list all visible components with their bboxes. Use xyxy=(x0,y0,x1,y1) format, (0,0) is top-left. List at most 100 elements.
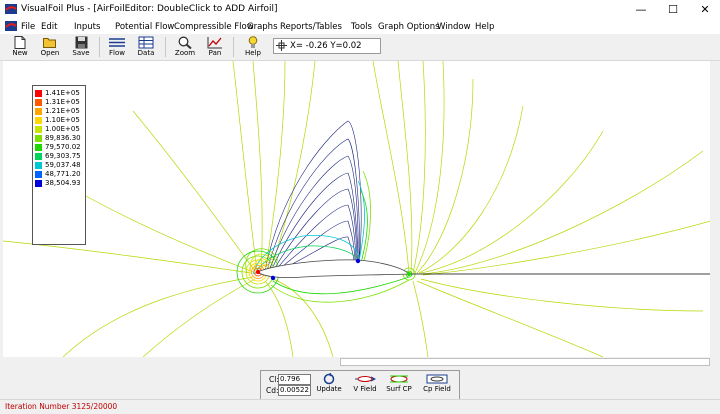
menu-help[interactable]: Help xyxy=(475,22,494,32)
open-button[interactable]: Open xyxy=(36,36,64,58)
legend-swatch xyxy=(35,126,42,133)
new-button[interactable]: New xyxy=(6,36,34,58)
legend-value: 1.41E+05 xyxy=(45,89,80,97)
legend-entry: 69,303.75 xyxy=(35,152,85,161)
pan-button[interactable]: Pan xyxy=(201,36,229,58)
legend-entry: 1.31E+05 xyxy=(35,98,85,107)
legend-entry: 48,771.20 xyxy=(35,170,85,179)
legend-value: 59,037.48 xyxy=(45,161,81,169)
open-folder-icon xyxy=(43,38,56,48)
surface-cp-icon xyxy=(390,375,408,383)
surf-cp-button[interactable]: Surf CP xyxy=(382,373,416,397)
contour-legend: 1.41E+05 1.31E+05 1.21E+05 1.10E+05 1.00… xyxy=(32,85,86,245)
menu-edit[interactable]: Edit xyxy=(41,22,57,32)
legend-swatch xyxy=(35,180,42,187)
flow-label: Flow xyxy=(109,49,125,57)
menu-graphs[interactable]: Graphs xyxy=(247,22,278,32)
zoom-button[interactable]: Zoom xyxy=(171,36,199,58)
menu-graph-options[interactable]: Graph Options xyxy=(378,22,440,32)
update-button[interactable]: Update xyxy=(312,373,346,397)
flow-button[interactable]: Flow xyxy=(103,36,131,58)
save-disk-icon xyxy=(75,36,87,49)
data-button[interactable]: Data xyxy=(132,36,160,58)
cp-field-button[interactable]: Cp Field xyxy=(420,373,454,397)
help-button[interactable]: Help xyxy=(239,36,267,58)
toolbar-separator xyxy=(233,37,234,57)
cl-value-field: 0.796 xyxy=(278,374,311,385)
legend-entry: 1.00E+05 xyxy=(35,125,85,134)
legend-swatch xyxy=(35,99,42,106)
toolbar-separator xyxy=(165,37,166,57)
legend-entry: 89,836.30 xyxy=(35,134,85,143)
open-label: Open xyxy=(40,49,60,57)
legend-entry: 59,037.48 xyxy=(35,161,85,170)
flow-lines-icon xyxy=(109,38,125,47)
window-title: VisualFoil Plus - [AirFoilEditor: Double… xyxy=(21,4,278,14)
menu-inputs[interactable]: Inputs xyxy=(74,22,100,32)
menu-potential-flow[interactable]: Potential Flow xyxy=(115,22,174,32)
menu-reports-tables[interactable]: Reports/Tables xyxy=(280,22,342,32)
v-field-label: V Field xyxy=(353,385,377,393)
save-button[interactable]: Save xyxy=(67,36,95,58)
legend-value: 1.21E+05 xyxy=(45,107,80,115)
save-label: Save xyxy=(72,49,90,57)
minimize-button[interactable]: — xyxy=(626,0,656,19)
close-button[interactable]: ✕ xyxy=(690,0,720,19)
flow-field-plot[interactable] xyxy=(3,61,710,357)
menu-tools[interactable]: Tools xyxy=(351,22,372,32)
help-bulb-icon xyxy=(248,36,258,48)
legend-swatch xyxy=(35,144,42,151)
cp-field-label: Cp Field xyxy=(423,385,451,393)
horizontal-scrollbar[interactable] xyxy=(3,357,710,368)
toolbar-separator xyxy=(99,37,100,57)
legend-value: 1.31E+05 xyxy=(45,98,80,106)
pan-chart-icon xyxy=(207,37,222,49)
help-label: Help xyxy=(245,49,261,57)
new-file-icon xyxy=(14,36,26,49)
crosshair-icon xyxy=(276,40,287,51)
document-icon[interactable] xyxy=(5,21,17,31)
surf-cp-label: Surf CP xyxy=(386,385,412,393)
legend-value: 89,836.30 xyxy=(45,134,81,142)
menu-file[interactable]: File xyxy=(21,22,35,32)
legend-entry: 38,504.93 xyxy=(35,179,85,188)
legend-swatch xyxy=(35,117,42,124)
legend-swatch xyxy=(35,108,42,115)
legend-swatch xyxy=(35,90,42,97)
new-label: New xyxy=(12,49,28,57)
v-field-button[interactable]: V Field xyxy=(348,373,382,397)
data-table-icon xyxy=(138,36,154,49)
vertical-scrollbar[interactable] xyxy=(710,61,720,357)
legend-entry: 1.41E+05 xyxy=(35,89,85,98)
iteration-status: Iteration Number 3125/20000 xyxy=(5,402,118,411)
cp-field-icon xyxy=(426,374,448,384)
app-icon xyxy=(5,4,17,14)
legend-value: 69,303.75 xyxy=(45,152,81,160)
legend-entry: 1.10E+05 xyxy=(35,116,85,125)
legend-entry: 79,570.02 xyxy=(35,143,85,152)
update-icon xyxy=(323,373,335,385)
zoom-label: Zoom xyxy=(174,49,196,57)
menu-window[interactable]: Window xyxy=(437,22,471,32)
data-label: Data xyxy=(137,49,155,57)
legend-swatch xyxy=(35,153,42,160)
legend-value: 38,504.93 xyxy=(45,179,81,187)
legend-swatch xyxy=(35,162,42,169)
menu-compressible-flow[interactable]: Compressible Flow xyxy=(174,22,254,32)
legend-entry: 1.21E+05 xyxy=(35,107,85,116)
cd-value-field: 0.00522 xyxy=(278,385,311,396)
legend-value: 48,771.20 xyxy=(45,170,81,178)
maximize-button[interactable]: ☐ xyxy=(658,0,688,19)
horizontal-scroll-thumb[interactable] xyxy=(340,358,710,366)
pan-label: Pan xyxy=(208,49,222,57)
legend-value: 1.10E+05 xyxy=(45,116,80,124)
velocity-field-icon xyxy=(355,376,376,382)
legend-value: 1.00E+05 xyxy=(45,125,80,133)
pressure-contour-plot xyxy=(3,61,710,357)
update-label: Update xyxy=(316,385,342,393)
cd-label: Cd: xyxy=(266,386,279,395)
coordinate-readout: X= -0.26 Y=0.02 xyxy=(273,38,381,54)
coordinate-text: X= -0.26 Y=0.02 xyxy=(290,41,362,51)
legend-swatch xyxy=(35,135,42,142)
legend-swatch xyxy=(35,171,42,178)
